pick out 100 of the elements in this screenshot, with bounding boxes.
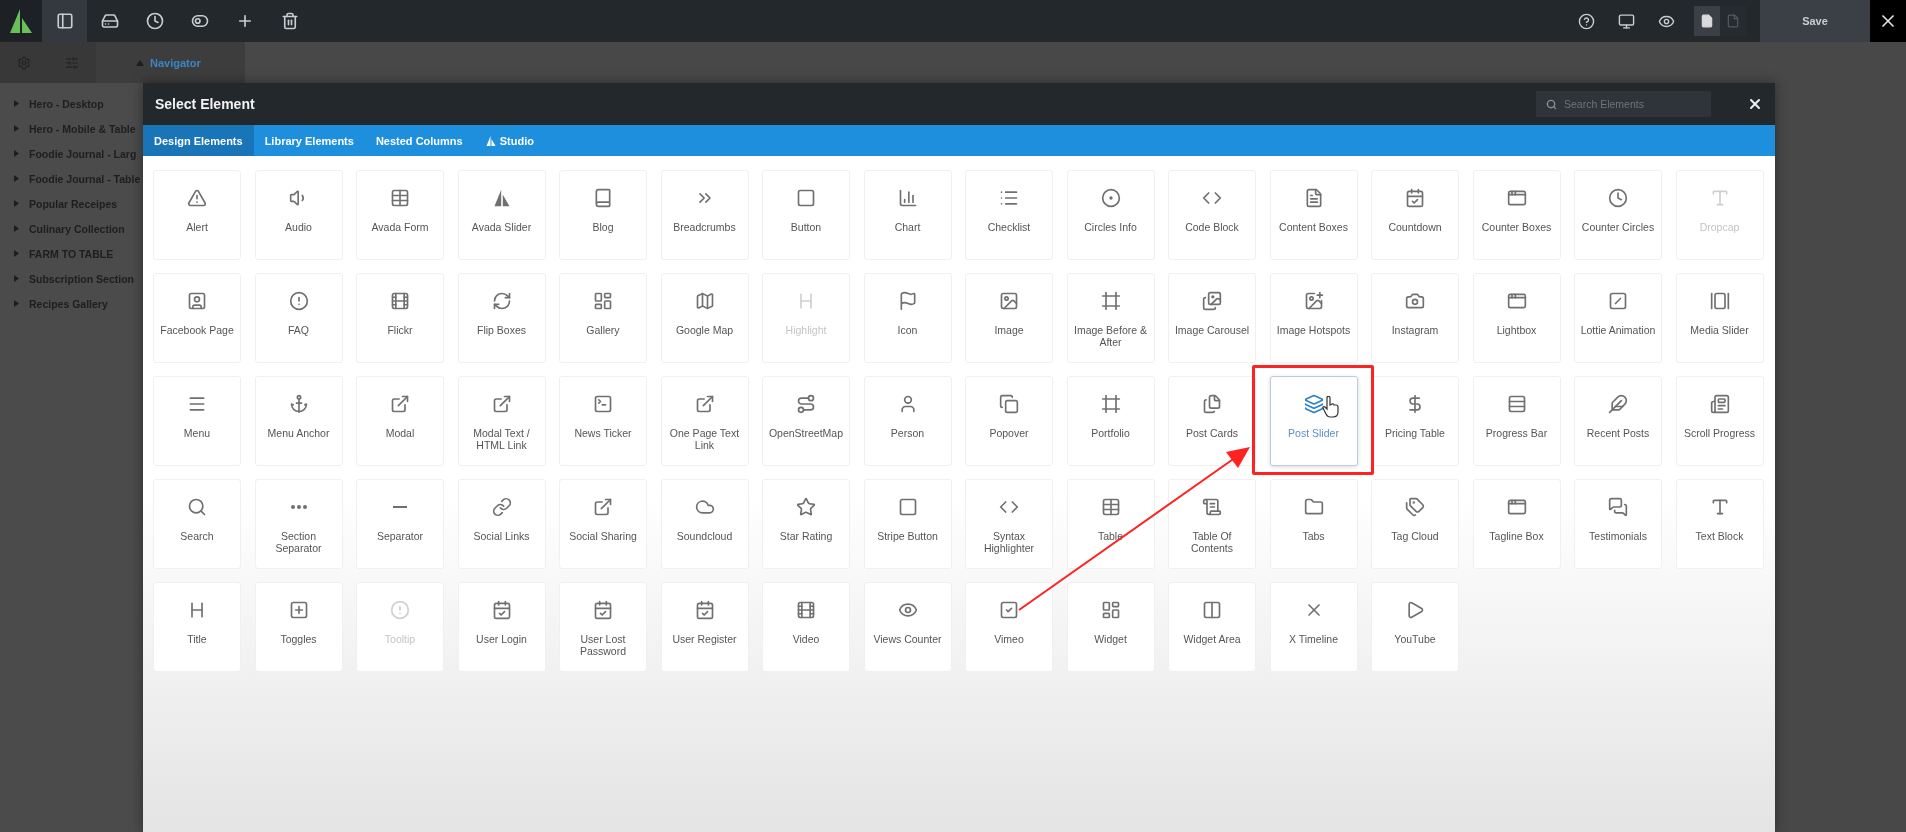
frame-icon (1100, 291, 1121, 311)
element-tile[interactable]: Widget Area (1168, 582, 1256, 672)
element-tile[interactable]: Code Block (1168, 170, 1256, 260)
element-tile[interactable]: Image Carousel (1168, 273, 1256, 363)
element-tile[interactable]: Lightbox (1472, 273, 1561, 363)
element-tile[interactable]: Soundcloud (660, 479, 749, 569)
window-icon (1506, 497, 1527, 517)
element-tile[interactable]: Title (153, 582, 241, 672)
element-tile[interactable]: Star Rating (762, 479, 850, 569)
exclamation-icon (390, 600, 410, 620)
sliders-button[interactable] (48, 42, 96, 83)
element-tile[interactable]: Section Separator (254, 479, 343, 569)
page-mode-button[interactable] (1694, 6, 1720, 36)
element-tile[interactable]: Circles Info (1066, 170, 1155, 260)
monitor-icon (1617, 12, 1635, 30)
element-tile[interactable]: User Lost Password (559, 582, 647, 672)
element-tile[interactable]: Tag Cloud (1371, 479, 1459, 569)
element-tile[interactable]: Instagram (1371, 273, 1459, 363)
element-tile[interactable]: News Ticker (559, 376, 647, 466)
list-icon (999, 188, 1019, 208)
element-tile[interactable]: Audio (254, 170, 343, 260)
element-tile[interactable]: Social Links (457, 479, 546, 569)
element-tile[interactable]: Person (863, 376, 952, 466)
element-tile[interactable]: Video (762, 582, 850, 672)
toolbar-button[interactable] (42, 0, 87, 42)
logo-icon[interactable] (0, 0, 42, 42)
element-tile[interactable]: Widget (1066, 582, 1155, 672)
element-tile[interactable]: Post Slider (1269, 376, 1358, 466)
element-tile[interactable]: OpenStreetMap (762, 376, 850, 466)
element-tile[interactable]: Toggles (254, 582, 343, 672)
tab[interactable]: Design Elements (143, 125, 254, 156)
logo-icon (484, 134, 497, 147)
element-tile[interactable]: Image Before & After (1066, 273, 1155, 363)
refresh-icon (491, 291, 512, 311)
element-tile[interactable]: Blog (559, 170, 647, 260)
element-tile[interactable]: Search (153, 479, 241, 569)
element-tile[interactable]: Vimeo (965, 582, 1053, 672)
element-tile[interactable]: Syntax Highlighter (965, 479, 1053, 569)
element-tile[interactable]: Views Counter (863, 582, 952, 672)
element-tile[interactable]: Image (965, 273, 1053, 363)
close-button[interactable] (1747, 96, 1763, 112)
element-tile[interactable]: Separator (356, 479, 444, 569)
element-tile[interactable]: Scroll Progress (1675, 376, 1764, 466)
square-icon (796, 188, 816, 208)
element-tile[interactable]: Portfolio (1066, 376, 1155, 466)
element-tile[interactable]: Breadcrumbs (660, 170, 749, 260)
element-tile[interactable]: X Timeline (1269, 582, 1358, 672)
element-tile[interactable]: Counter Circles (1574, 170, 1662, 260)
element-tile[interactable]: Flip Boxes (457, 273, 546, 363)
check-square-icon (999, 600, 1019, 620)
element-tile[interactable]: Testimonials (1574, 479, 1662, 569)
element-tile[interactable]: Table (1066, 479, 1155, 569)
element-tile[interactable]: Gallery (559, 273, 647, 363)
element-tile[interactable]: Media Slider (1675, 273, 1764, 363)
element-tile[interactable]: Social Sharing (559, 479, 647, 569)
element-tile[interactable]: Modal (356, 376, 444, 466)
element-tile[interactable]: Post Cards (1168, 376, 1256, 466)
element-tile[interactable]: Flickr (356, 273, 444, 363)
element-tile[interactable]: Progress Bar (1472, 376, 1561, 466)
element-tile[interactable]: Stripe Button (863, 479, 952, 569)
element-tile[interactable]: Chart (863, 170, 952, 260)
calendar-icon (593, 600, 613, 620)
element-tile[interactable]: Google Map (660, 273, 749, 363)
element-tile[interactable]: Icon (863, 273, 952, 363)
element-tile[interactable]: Countdown (1371, 170, 1459, 260)
element-tile[interactable]: Alert (153, 170, 241, 260)
element-tile[interactable]: Button (762, 170, 850, 260)
element-tile[interactable]: Tagline Box (1472, 479, 1561, 569)
element-tile[interactable]: User Register (660, 582, 749, 672)
element-tile[interactable]: Facebook Page (153, 273, 241, 363)
search-field[interactable]: Search Elements (1536, 91, 1711, 117)
calendar-icon (694, 600, 715, 620)
gallery-icon (1709, 291, 1730, 311)
element-tile[interactable]: Table Of Contents (1168, 479, 1256, 569)
search-icon (1546, 99, 1557, 110)
element-tile[interactable]: Menu (153, 376, 241, 466)
element-tile[interactable]: Counter Boxes (1472, 170, 1561, 260)
element-tile[interactable]: Content Boxes (1269, 170, 1358, 260)
close-button[interactable] (1870, 0, 1906, 42)
element-tile[interactable]: YouTube (1371, 582, 1459, 672)
element-tile[interactable]: Tabs (1269, 479, 1358, 569)
element-tile[interactable]: Popover (965, 376, 1053, 466)
element-tile[interactable]: Checklist (965, 170, 1053, 260)
exclamation-icon (288, 291, 309, 311)
element-tile[interactable]: Lottie Animation (1574, 273, 1662, 363)
element-tile[interactable]: Recent Posts (1574, 376, 1662, 466)
element-tile[interactable]: Pricing Table (1371, 376, 1459, 466)
element-tile[interactable]: Menu Anchor (254, 376, 343, 466)
element-tile[interactable]: Avada Form (356, 170, 444, 260)
element-tile[interactable]: Avada Slider (457, 170, 546, 260)
save-button[interactable]: Save (1760, 0, 1870, 42)
element-tile[interactable]: Modal Text / HTML Link (457, 376, 546, 466)
element-tile[interactable]: Image Hotspots (1269, 273, 1358, 363)
element-tile[interactable]: One Page Text Link (660, 376, 749, 466)
caret-icon (14, 225, 19, 232)
element-tile[interactable]: User Login (457, 582, 546, 672)
square-icon (1608, 291, 1628, 311)
element-tile[interactable]: FAQ (254, 273, 343, 363)
element-tile[interactable]: Text Block (1675, 479, 1764, 569)
square-icon (897, 497, 918, 517)
